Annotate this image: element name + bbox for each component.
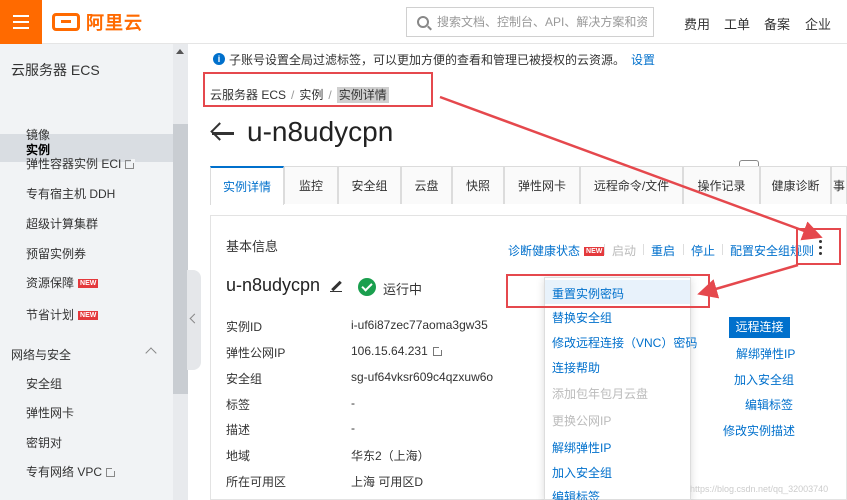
arrow-more-to-reset: [697, 263, 799, 299]
watermark: https://blog.csdn.net/qq_32003740: [690, 484, 829, 494]
annotation-arrows: [439, 95, 823, 299]
arrow-breadcrumb-to-more: [439, 95, 823, 241]
